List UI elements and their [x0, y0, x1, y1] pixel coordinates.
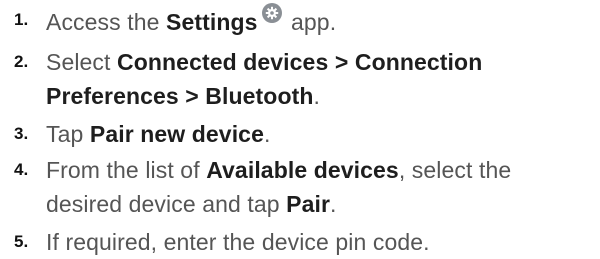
step-5: 5. If required, enter the device pin cod…: [0, 225, 600, 259]
step-text-segment: From the list of: [46, 157, 207, 183]
menu-path-term: Preferences > Bluetooth: [46, 83, 314, 109]
step-number: 5.: [14, 232, 29, 251]
step-number: 3.: [14, 124, 29, 143]
settings-term: Settings: [166, 9, 258, 35]
step-text: If required, enter the device pin code.: [46, 225, 600, 259]
step-text-segment: If required, enter the device pin code.: [46, 229, 430, 255]
step-text-segment: Select: [46, 49, 118, 75]
step-text-segment: Access the: [46, 9, 166, 35]
settings-gear-icon: [261, 3, 282, 23]
step-text-segment: desired device and tap: [46, 191, 287, 217]
instruction-steps-list: 1. Access the Settings app. 2. Select Co…: [0, 0, 600, 259]
step-text-segment: Tap: [46, 121, 90, 147]
available-devices-term: Available devices: [206, 157, 399, 183]
step-1: 1. Access the Settings app.: [0, 3, 600, 39]
step-text-segment: , select the: [398, 157, 512, 183]
step-text-segment: .: [263, 121, 271, 147]
step-text: From the list of Available devices, sele…: [46, 153, 600, 221]
step-text-segment: .: [330, 191, 337, 217]
step-text: Tap Pair new device.: [46, 117, 600, 151]
menu-path-term: Connected devices > Connection: [117, 49, 483, 75]
step-number: 4.: [14, 160, 29, 179]
step-4: 4. From the list of Available devices, s…: [0, 153, 600, 221]
step-2: 2. Select Connected devices > Connection…: [0, 45, 600, 113]
step-text: Access the Settings app.: [46, 3, 600, 39]
step-text-segment: .: [313, 83, 321, 109]
pair-new-device-term: Pair new device: [89, 121, 264, 147]
step-number: 2.: [14, 52, 29, 71]
step-3: 3. Tap Pair new device.: [0, 117, 600, 151]
pair-term: Pair: [286, 191, 331, 217]
step-number: 1.: [14, 10, 29, 29]
step-text-segment: app.: [284, 9, 337, 35]
step-text: Select Connected devices > Connection Pre…: [46, 45, 600, 113]
